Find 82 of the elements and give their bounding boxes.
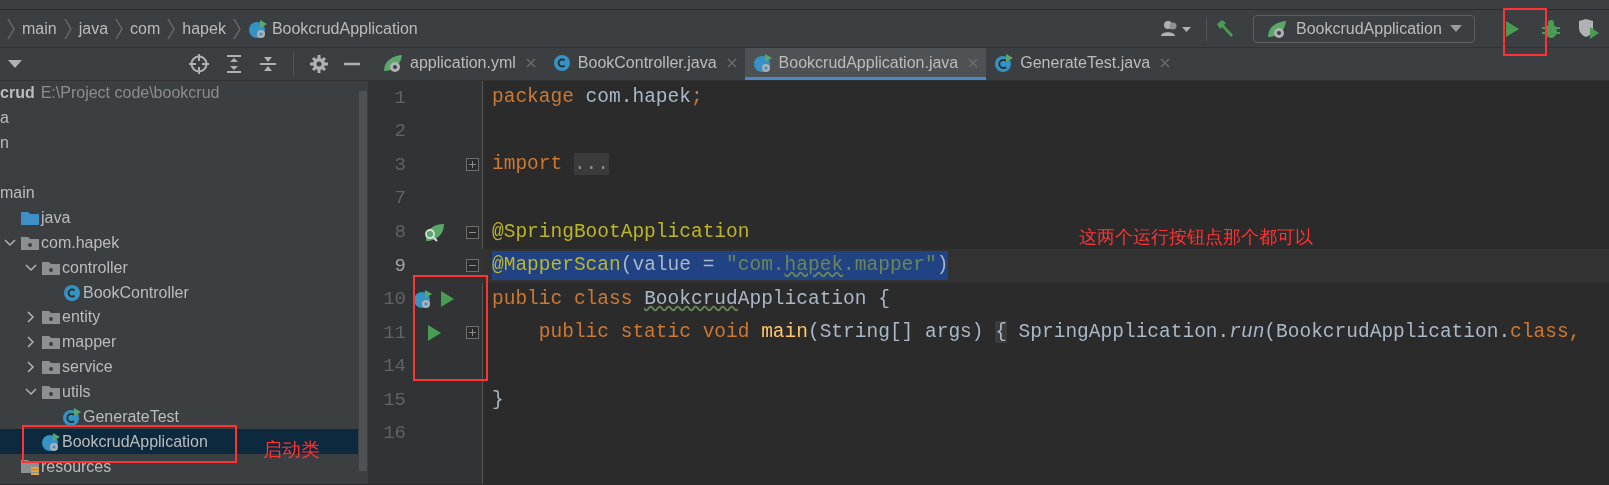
- chevron-right-icon[interactable]: [27, 311, 35, 324]
- annotation-note: 这两个运行按钮点那个都可以: [1079, 226, 1313, 249]
- code-line: @SpringBootApplication: [492, 219, 750, 245]
- class-run-icon: [994, 52, 1015, 73]
- tree-item[interactable]: GenerateTest: [0, 404, 180, 430]
- tree-item[interactable]: entity: [0, 305, 101, 330]
- run-configuration-dropdown[interactable]: BookcrudApplication: [1253, 14, 1475, 43]
- folder-icon: [41, 359, 61, 376]
- tree-item[interactable]: crud E:\Project code\bookcrud: [0, 81, 220, 106]
- scrollbar[interactable]: [359, 91, 367, 471]
- line-number: 9: [393, 253, 406, 279]
- chevron-icon: [62, 17, 73, 40]
- settings-icon[interactable]: [310, 55, 328, 73]
- chevron-down-icon[interactable]: [4, 238, 16, 247]
- chevron-icon: [231, 17, 242, 40]
- code-line: import ...: [492, 152, 610, 178]
- folder-icon: [20, 234, 40, 251]
- fold-icon[interactable]: [465, 158, 479, 172]
- leaf-search-icon: [422, 221, 446, 244]
- tree-item[interactable]: BookController: [0, 280, 189, 305]
- class-run-icon: [413, 289, 433, 310]
- class-run-icon: [41, 431, 61, 452]
- breadcrumb-item[interactable]: main: [22, 16, 57, 41]
- chevron-right-icon[interactable]: [27, 361, 35, 374]
- folder-icon: [41, 334, 61, 351]
- class-run-icon: [247, 18, 268, 39]
- tree-item[interactable]: service: [0, 354, 113, 380]
- code-line: public class BookcrudApplication {: [492, 286, 890, 312]
- editor-tab[interactable]: application.yml: [374, 48, 544, 80]
- target-icon[interactable]: [189, 54, 209, 74]
- breadcrumb-item[interactable]: java: [78, 16, 109, 41]
- tree-item[interactable]: utils: [0, 379, 91, 405]
- tree-item[interactable]: resources: [0, 454, 112, 480]
- folder-icon: [41, 384, 61, 401]
- caret-icon: [1450, 24, 1462, 33]
- editor-tab[interactable]: GenerateTest.java: [986, 48, 1179, 80]
- fold-icon[interactable]: [465, 326, 479, 340]
- tree-item[interactable]: mapper: [0, 329, 117, 355]
- minimize-icon[interactable]: [344, 62, 360, 66]
- breadcrumb-item[interactable]: hapek: [182, 16, 226, 41]
- run-icon[interactable]: [1503, 18, 1521, 39]
- tree-item[interactable]: main: [0, 180, 35, 206]
- code-line: package com.hapek;: [492, 85, 703, 111]
- fold-icon[interactable]: [465, 225, 479, 239]
- run-icon[interactable]: [439, 290, 455, 309]
- bug-icon[interactable]: [1541, 18, 1561, 39]
- chevron-down-icon[interactable]: [25, 388, 37, 397]
- editor-tab[interactable]: BookController.java: [543, 48, 745, 80]
- leaf-icon: [382, 52, 404, 73]
- run-icon[interactable]: [426, 323, 442, 342]
- class-icon: [551, 52, 572, 73]
- tree-item[interactable]: controller: [0, 255, 128, 281]
- chevron-down-icon[interactable]: [25, 263, 37, 272]
- editor-tab[interactable]: BookcrudApplication.java: [744, 48, 987, 80]
- code-line: }: [492, 387, 504, 413]
- code-line: public static void main(String[] args) { SpringApplication.run(BookcrudApplication.class,: [537, 320, 1581, 346]
- tree-item[interactable]: n: [0, 130, 9, 156]
- folder-icon: [20, 209, 40, 226]
- expand-all-icon[interactable]: [225, 55, 243, 73]
- collapse-all-icon[interactable]: [259, 55, 277, 73]
- annotation-note: 启动类: [263, 438, 320, 462]
- tree-item[interactable]: a: [0, 105, 9, 131]
- folder-icon: [41, 259, 61, 276]
- tree-item[interactable]: java: [0, 205, 71, 231]
- caret-icon[interactable]: [8, 59, 22, 69]
- leaf-icon: [1266, 18, 1288, 39]
- tree-item[interactable]: com.hapek: [0, 230, 120, 256]
- highlight-frame: [1503, 8, 1547, 56]
- breadcrumb-item[interactable]: BookcrudApplication: [271, 16, 418, 41]
- breadcrumb-item[interactable]: com: [130, 16, 161, 41]
- class-run-icon: [62, 407, 82, 427]
- chevron-icon: [6, 17, 16, 40]
- fold-icon[interactable]: [465, 259, 479, 273]
- run-configuration-label: BookcrudApplication: [1296, 18, 1442, 39]
- user-icon[interactable]: [1160, 18, 1194, 39]
- chevron-icon: [114, 17, 125, 40]
- class-icon: [62, 282, 82, 303]
- chevron-right-icon[interactable]: [27, 336, 35, 349]
- chevron-icon: [166, 17, 177, 40]
- folder-icon: [41, 309, 61, 326]
- shield-run-icon[interactable]: [1577, 17, 1601, 40]
- class-run-icon: [752, 52, 773, 73]
